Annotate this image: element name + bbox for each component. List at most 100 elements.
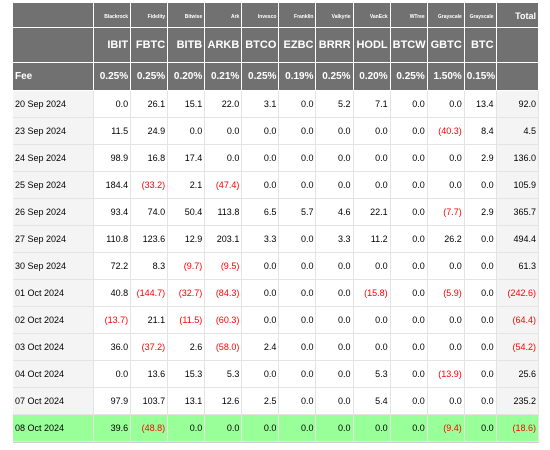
flow-value-gbtc: (9.4) bbox=[427, 414, 465, 442]
flow-value-fbtc: (33.2) bbox=[130, 171, 169, 199]
flow-value-btcw: 0.0 bbox=[390, 225, 428, 253]
flow-value-ibit: 184.4 bbox=[93, 171, 132, 199]
flow-value-fbtc: 74.0 bbox=[130, 198, 169, 226]
flow-value-brrr: 4.6 bbox=[315, 198, 354, 226]
flow-value-arkb: 0.0 bbox=[204, 414, 243, 442]
flow-value-btc: 0.0 bbox=[464, 225, 497, 253]
header-corner-cell bbox=[13, 3, 95, 28]
flow-value-gbtc: 0.0 bbox=[427, 144, 465, 172]
flow-value-arkb: (84.3) bbox=[204, 279, 243, 307]
flow-value-ibit: 98.9 bbox=[93, 144, 132, 172]
flow-value-ezbc: 0.0 bbox=[278, 144, 317, 172]
ticker-total-blank bbox=[496, 27, 540, 63]
fee-btc: 0.15% bbox=[464, 62, 497, 91]
issuer-header-arkb: Ark bbox=[204, 3, 243, 28]
flow-value-ibit: 72.2 bbox=[93, 252, 132, 280]
table-row: 07 Oct 2024 97.9 103.7 13.1 12.6 2.5 0.0 0.0 5.4… bbox=[13, 387, 540, 415]
ticker-header-btc: BTC bbox=[464, 27, 497, 63]
flow-value-ibit: 0.0 bbox=[93, 360, 132, 388]
flow-value-arkb: 12.6 bbox=[204, 387, 243, 415]
ticker-corner-cell bbox=[13, 27, 95, 63]
flow-value-ezbc: 0.0 bbox=[278, 387, 317, 415]
flow-value-hodl: 22.1 bbox=[353, 198, 391, 226]
row-total: 61.3 bbox=[496, 252, 540, 280]
flow-value-btc: 8.4 bbox=[464, 117, 497, 145]
ticker-header-btcw: BTCW bbox=[390, 27, 428, 63]
table-row: 03 Oct 2024 36.0 (37.2) 2.6 (58.0) 2.4 0.0 0.0 0… bbox=[13, 333, 540, 361]
fee-arkb: 0.21% bbox=[204, 62, 243, 91]
flow-value-ibit: 110.8 bbox=[93, 225, 132, 253]
flow-value-ezbc: 5.7 bbox=[278, 198, 317, 226]
flow-value-fbtc: (48.8) bbox=[130, 414, 169, 442]
flow-value-gbtc: (7.7) bbox=[427, 198, 465, 226]
flow-value-bitb: 15.1 bbox=[167, 90, 206, 118]
row-date: 24 Sep 2024 bbox=[13, 144, 95, 172]
flow-value-fbtc: 103.7 bbox=[130, 387, 169, 415]
flow-value-btco: 0.0 bbox=[241, 360, 280, 388]
flow-value-brrr: 0.0 bbox=[315, 333, 354, 361]
flow-value-arkb: 0.0 bbox=[204, 117, 243, 145]
etf-flows-table: Blackrock Fidelity Bitwise Ark Invesco Frankl… bbox=[13, 3, 540, 442]
etf-flows-table-wrapper: Blackrock Fidelity Bitwise Ark Invesco Frankl… bbox=[13, 3, 540, 443]
flow-value-btco: 0.0 bbox=[241, 171, 280, 199]
row-total: (54.2) bbox=[496, 333, 540, 361]
issuer-header-gbtc: Grayscale bbox=[427, 3, 465, 28]
flow-value-bitb: (9.7) bbox=[167, 252, 206, 280]
flow-value-hodl: 5.3 bbox=[353, 360, 391, 388]
flow-value-btcw: 0.0 bbox=[390, 414, 428, 442]
table-row: 20 Sep 2024 0.0 26.1 15.1 22.0 3.1 0.0 5.2 7.1 0.… bbox=[13, 90, 540, 118]
flow-value-fbtc: (144.7) bbox=[130, 279, 169, 307]
flow-value-fbtc: 21.1 bbox=[130, 306, 169, 334]
row-date: 08 Oct 2024 bbox=[13, 414, 95, 442]
flow-value-ibit: 11.5 bbox=[93, 117, 132, 145]
flow-value-btco: 0.0 bbox=[241, 414, 280, 442]
flow-value-ezbc: 0.0 bbox=[278, 90, 317, 118]
flow-value-brrr: 0.0 bbox=[315, 360, 354, 388]
flow-value-bitb: 17.4 bbox=[167, 144, 206, 172]
fee-row: Fee 0.25% 0.25% 0.20% 0.21% 0.25% 0.19% 0.25% 0.… bbox=[13, 62, 540, 91]
flow-value-brrr: 3.3 bbox=[315, 225, 354, 253]
flow-value-hodl: 0.0 bbox=[353, 171, 391, 199]
flow-value-ibit: 36.0 bbox=[93, 333, 132, 361]
flow-value-bitb: (11.5) bbox=[167, 306, 206, 334]
header-row-issuers: Blackrock Fidelity Bitwise Ark Invesco Frankl… bbox=[13, 3, 540, 28]
flow-value-hodl: 0.0 bbox=[353, 306, 391, 334]
flow-value-btc: 0.0 bbox=[464, 360, 497, 388]
flow-value-ezbc: 0.0 bbox=[278, 414, 317, 442]
flow-value-bitb: 0.0 bbox=[167, 414, 206, 442]
row-date: 25 Sep 2024 bbox=[13, 171, 95, 199]
ticker-header-hodl: HODL bbox=[353, 27, 391, 63]
flow-value-btcw: 0.0 bbox=[390, 117, 428, 145]
issuer-header-btco: Invesco bbox=[241, 3, 280, 28]
flow-value-gbtc: 0.0 bbox=[427, 306, 465, 334]
flow-value-btco: 3.1 bbox=[241, 90, 280, 118]
issuer-header-ibit: Blackrock bbox=[93, 3, 132, 28]
flow-value-hodl: 0.0 bbox=[353, 252, 391, 280]
flow-value-ibit: (13.7) bbox=[93, 306, 132, 334]
flow-value-btcw: 0.0 bbox=[390, 387, 428, 415]
row-date: 30 Sep 2024 bbox=[13, 252, 95, 280]
flow-value-btcw: 0.0 bbox=[390, 198, 428, 226]
issuer-header-ezbc: Franklin bbox=[278, 3, 317, 28]
flow-value-gbtc: (5.9) bbox=[427, 279, 465, 307]
flow-value-btco: 2.4 bbox=[241, 333, 280, 361]
flow-value-btcw: 0.0 bbox=[390, 360, 428, 388]
flow-value-btc: 0.0 bbox=[464, 171, 497, 199]
flow-value-ezbc: 0.0 bbox=[278, 306, 317, 334]
row-total: 4.5 bbox=[496, 117, 540, 145]
flow-value-brrr: 0.0 bbox=[315, 252, 354, 280]
flow-value-brrr: 5.2 bbox=[315, 90, 354, 118]
flow-value-arkb: (60.3) bbox=[204, 306, 243, 334]
flow-value-btcw: 0.0 bbox=[390, 252, 428, 280]
flow-value-ibit: 0.0 bbox=[93, 90, 132, 118]
fee-hodl: 0.20% bbox=[353, 62, 391, 91]
fee-total-blank bbox=[496, 62, 540, 91]
flow-value-btcw: 0.0 bbox=[390, 144, 428, 172]
flow-value-btco: 0.0 bbox=[241, 306, 280, 334]
flow-value-ibit: 39.6 bbox=[93, 414, 132, 442]
flow-value-gbtc: 0.0 bbox=[427, 333, 465, 361]
flow-value-gbtc: 0.0 bbox=[427, 252, 465, 280]
flow-value-bitb: 50.4 bbox=[167, 198, 206, 226]
fee-btcw: 0.25% bbox=[390, 62, 428, 91]
row-total: (64.4) bbox=[496, 306, 540, 334]
